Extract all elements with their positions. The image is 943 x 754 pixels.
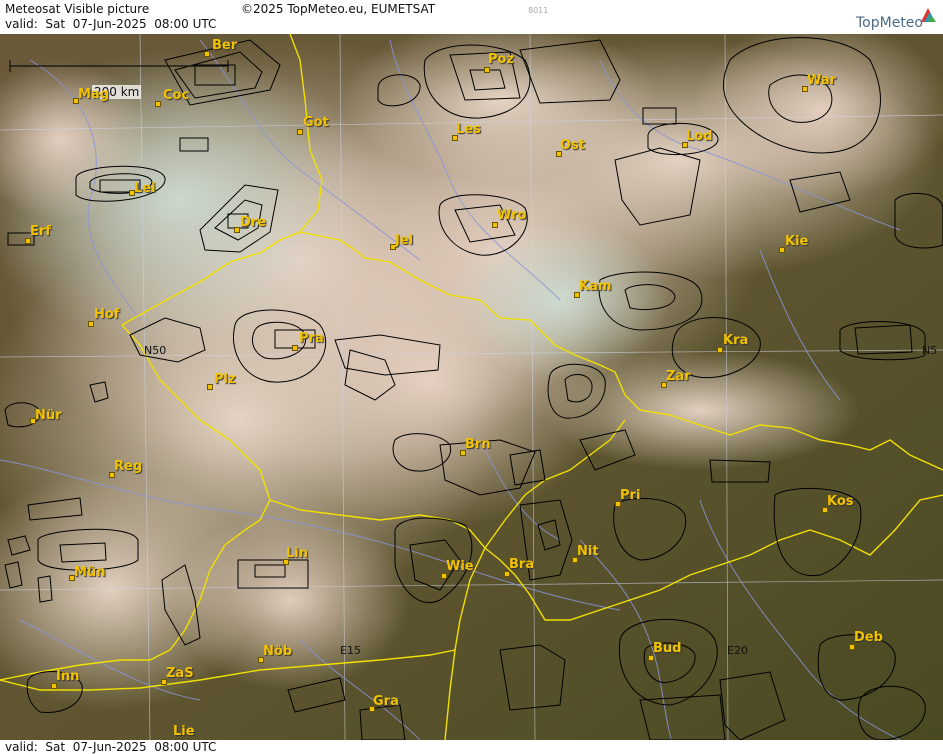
city-label-reg[interactable]: Reg [114, 459, 142, 474]
city-label-ost[interactable]: Ost [560, 138, 585, 153]
grid-label-e15: E15 [340, 644, 361, 657]
city-label-kos[interactable]: Kos [827, 494, 854, 509]
city-label-coc[interactable]: Coc [163, 88, 189, 103]
city-marker [155, 101, 161, 107]
city-label-bra[interactable]: Bra [509, 557, 534, 572]
city-label-gra[interactable]: Gra [373, 694, 399, 709]
city-label-wro[interactable]: Wro [497, 208, 526, 223]
city-label-poz[interactable]: Poz [488, 52, 514, 67]
city-label-pra[interactable]: Pra [299, 331, 324, 346]
city-label-dre[interactable]: Dre [240, 215, 266, 230]
valid-time-bottom: valid: Sat 07-Jun-2025 08:00 UTC [5, 740, 217, 754]
city-label-nur[interactable]: Nür [35, 408, 62, 423]
city-marker [204, 51, 210, 57]
city-label-deb[interactable]: Deb [854, 630, 883, 645]
city-label-plz[interactable]: Plz [214, 372, 236, 387]
city-label-lei[interactable]: Lei [134, 181, 156, 196]
grid-label-e20: E20 [727, 644, 748, 657]
map-canvas [0, 34, 943, 740]
header-bar: Meteosat Visible picture valid: Sat 07-J… [0, 0, 943, 34]
city-label-lie[interactable]: Lie [173, 724, 195, 739]
grid-label-n50: N50 [144, 344, 167, 357]
city-marker [484, 67, 490, 73]
grid-label-n50-right: N5 [922, 344, 938, 357]
city-label-nit[interactable]: Nit [577, 544, 599, 559]
footer-bar: valid: Sat 07-Jun-2025 08:00 UTC [0, 740, 943, 754]
satellite-map[interactable]: 200 km [0, 34, 943, 740]
city-label-lin[interactable]: Lin [286, 546, 308, 561]
city-label-jel[interactable]: Jel [395, 233, 413, 248]
city-marker [207, 384, 213, 390]
city-label-mag[interactable]: Mag [78, 87, 109, 102]
city-label-erf[interactable]: Erf [30, 224, 51, 239]
valid-time-top: valid: Sat 07-Jun-2025 08:00 UTC [5, 17, 217, 31]
image-code: 8011 [528, 6, 549, 15]
city-label-kra[interactable]: Kra [723, 333, 748, 348]
city-label-zar[interactable]: Zar [666, 369, 691, 384]
city-label-kam[interactable]: Kam [579, 279, 611, 294]
city-label-mun[interactable]: Mün [74, 565, 105, 580]
copyright: ©2025 TopMeteo.eu, EUMETSAT [241, 2, 436, 16]
city-label-kie[interactable]: Kie [785, 234, 808, 249]
city-label-war[interactable]: War [807, 73, 836, 88]
city-label-nob[interactable]: Nöb [263, 644, 292, 659]
city-label-lod[interactable]: Lod [686, 129, 713, 144]
city-label-wie[interactable]: Wie [446, 559, 474, 574]
city-label-zas[interactable]: ZaS [166, 666, 194, 681]
city-label-hof[interactable]: Hof [94, 307, 119, 322]
city-label-ber[interactable]: Ber [212, 38, 237, 53]
city-label-brn[interactable]: Brn [465, 437, 491, 452]
city-label-bud[interactable]: Bud [653, 641, 681, 656]
city-label-inn[interactable]: Inn [56, 669, 79, 684]
topmeteo-logo-text: TopMeteo [856, 15, 923, 31]
city-label-les[interactable]: Les [456, 122, 481, 137]
city-label-pri[interactable]: Pri [620, 488, 640, 503]
map-title: Meteosat Visible picture [5, 2, 150, 16]
city-label-got[interactable]: Got [303, 115, 329, 130]
topmeteo-logo-icon [921, 8, 936, 22]
city-marker [292, 345, 298, 351]
